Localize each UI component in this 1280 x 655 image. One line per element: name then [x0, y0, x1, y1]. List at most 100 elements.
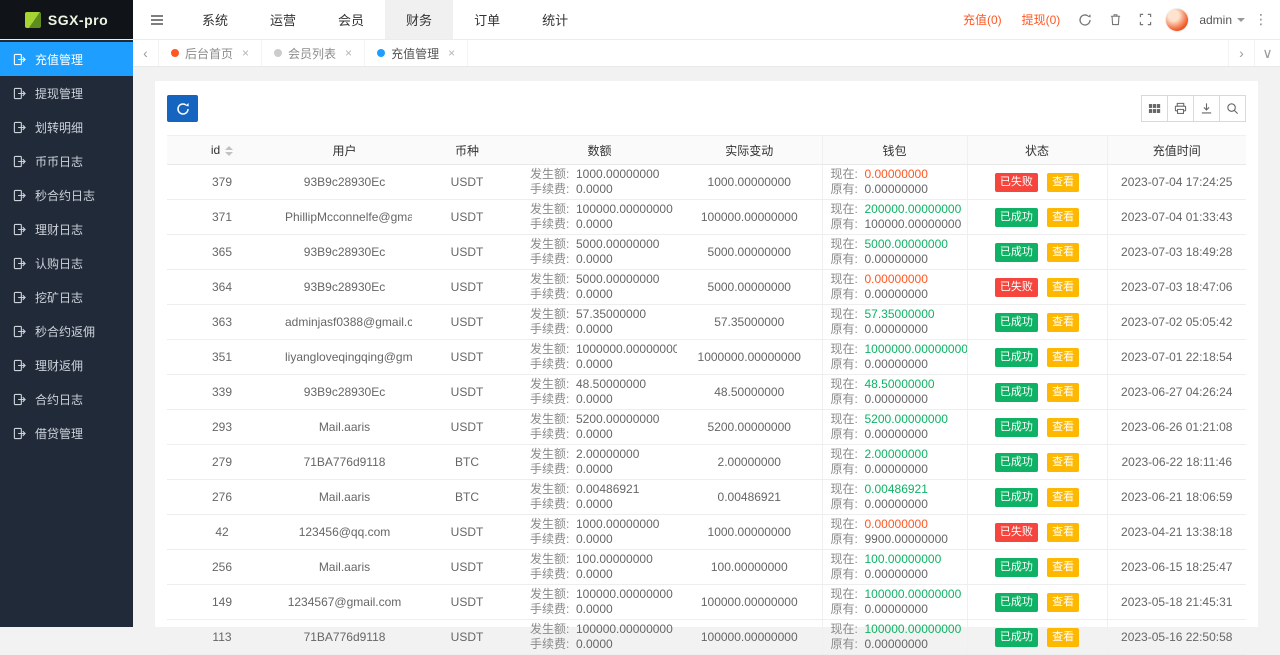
sidebar-item-借贷管理[interactable]: 借贷管理: [0, 416, 133, 450]
view-button[interactable]: 查看: [1047, 523, 1079, 542]
top-nav-item[interactable]: 会员: [317, 0, 385, 39]
refresh-table-button[interactable]: [167, 95, 198, 122]
tab-close-icon[interactable]: ×: [242, 46, 249, 60]
table-header-row: id用户币种数额实际变动钱包状态充值时间: [167, 136, 1246, 165]
sidebar-item-币币日志[interactable]: 币币日志: [0, 144, 133, 178]
view-button[interactable]: 查看: [1047, 348, 1079, 367]
cell-amount: 发生额: 1000.00000000 手续费: 0.0000: [522, 515, 677, 550]
column-header-id[interactable]: id: [167, 136, 277, 165]
sidebar-item-label: 挖矿日志: [35, 289, 83, 306]
view-button[interactable]: 查看: [1047, 418, 1079, 437]
sidebar-item-充值管理[interactable]: 充值管理: [0, 42, 133, 76]
sidebar-item-理财返佣[interactable]: 理财返佣: [0, 348, 133, 382]
fullscreen-icon[interactable]: [1130, 0, 1160, 40]
sort-icon[interactable]: [225, 146, 233, 156]
table-row: 364 93B9c28930Ec USDT 发生额: 5000.00000000…: [167, 270, 1246, 305]
menu-collapse-icon[interactable]: [133, 0, 181, 39]
view-button[interactable]: 查看: [1047, 628, 1079, 647]
cell-wallet: 现在: 2.00000000 原有: 0.00000000: [822, 445, 967, 480]
cell-user: 93B9c28930Ec: [277, 165, 412, 200]
top-nav-item[interactable]: 统计: [521, 0, 589, 39]
refresh-icon[interactable]: [1070, 0, 1100, 40]
view-button[interactable]: 查看: [1047, 453, 1079, 472]
top-header: SGX-pro 系统运营会员财务订单统计 充值(0) 提现(0) admin ⋮: [0, 0, 1280, 40]
view-button[interactable]: 查看: [1047, 278, 1079, 297]
sidebar: 充值管理 提现管理 划转明细 币币日志 秒合约日志 理财日志 认购日志: [0, 40, 133, 627]
columns-filter-icon[interactable]: [1141, 95, 1168, 122]
cell-coin: USDT: [412, 270, 522, 305]
cell-user: liyangloveqingqing@gm...: [277, 340, 412, 375]
top-nav-item[interactable]: 订单: [453, 0, 521, 39]
cell-change: 5000.00000000: [677, 270, 822, 305]
sidebar-item-label: 提现管理: [35, 85, 83, 102]
view-button[interactable]: 查看: [1047, 383, 1079, 402]
cell-wallet: 现在: 100.00000000 原有: 0.00000000: [822, 550, 967, 585]
cell-change: 5000.00000000: [677, 235, 822, 270]
cell-id: 339: [167, 375, 277, 410]
admin-dropdown[interactable]: admin: [1194, 13, 1250, 27]
sidebar-item-挖矿日志[interactable]: 挖矿日志: [0, 280, 133, 314]
search-icon[interactable]: [1219, 95, 1246, 122]
cell-wallet: 现在: 0.00000000 原有: 9900.00000000: [822, 515, 967, 550]
cell-amount: 发生额: 100000.00000000 手续费: 0.0000: [522, 585, 677, 620]
cell-time: 2023-07-04 17:24:25: [1107, 165, 1246, 200]
view-button[interactable]: 查看: [1047, 173, 1079, 192]
sidebar-item-理财日志[interactable]: 理财日志: [0, 212, 133, 246]
tab-close-icon[interactable]: ×: [448, 46, 455, 60]
cell-amount: 发生额: 5200.00000000 手续费: 0.0000: [522, 410, 677, 445]
menu-item-icon: [13, 359, 26, 372]
tab[interactable]: 后台首页 ×: [159, 40, 262, 66]
brand-logo[interactable]: SGX-pro: [0, 0, 133, 39]
cell-status: 已成功 查看: [967, 410, 1107, 445]
tab[interactable]: 充值管理 ×: [365, 40, 468, 66]
cell-amount: 发生额: 100000.00000000 手续费: 0.0000: [522, 620, 677, 655]
cell-coin: USDT: [412, 585, 522, 620]
cell-status: 已成功 查看: [967, 305, 1107, 340]
menu-item-icon: [13, 155, 26, 168]
cell-user: Mail.aaris: [277, 550, 412, 585]
view-button[interactable]: 查看: [1047, 208, 1079, 227]
cell-status: 已成功 查看: [967, 620, 1107, 655]
recharge-link[interactable]: 充值(0): [953, 11, 1012, 28]
cell-id: 42: [167, 515, 277, 550]
withdraw-link[interactable]: 提现(0): [1012, 11, 1071, 28]
cell-id: 363: [167, 305, 277, 340]
top-nav-item[interactable]: 财务: [385, 0, 453, 39]
top-nav-item[interactable]: 运营: [249, 0, 317, 39]
view-button[interactable]: 查看: [1047, 488, 1079, 507]
sidebar-item-提现管理[interactable]: 提现管理: [0, 76, 133, 110]
sidebar-item-合约日志[interactable]: 合约日志: [0, 382, 133, 416]
print-icon[interactable]: [1167, 95, 1194, 122]
sidebar-item-认购日志[interactable]: 认购日志: [0, 246, 133, 280]
avatar[interactable]: [1165, 8, 1189, 32]
view-button[interactable]: 查看: [1047, 593, 1079, 612]
table-row: 293 Mail.aaris USDT 发生额: 5200.00000000 手…: [167, 410, 1246, 445]
cell-amount: 发生额: 48.50000000 手续费: 0.0000: [522, 375, 677, 410]
sidebar-item-秒合约日志[interactable]: 秒合约日志: [0, 178, 133, 212]
table-body: 379 93B9c28930Ec USDT 发生额: 1000.00000000…: [167, 165, 1246, 655]
cell-change: 1000.00000000: [677, 515, 822, 550]
view-button[interactable]: 查看: [1047, 313, 1079, 332]
status-badge: 已成功: [995, 453, 1038, 472]
tab[interactable]: 会员列表 ×: [262, 40, 365, 66]
more-menu-icon[interactable]: ⋮: [1250, 11, 1272, 28]
cell-wallet: 现在: 100000.00000000 原有: 0.00000000: [822, 585, 967, 620]
view-button[interactable]: 查看: [1047, 243, 1079, 262]
clear-cache-icon[interactable]: [1100, 0, 1130, 40]
tab-operations-icon[interactable]: ∨: [1254, 40, 1280, 66]
cell-change: 0.00486921: [677, 480, 822, 515]
menu-item-icon: [13, 325, 26, 338]
cell-time: 2023-06-15 18:25:47: [1107, 550, 1246, 585]
cell-time: 2023-07-02 05:05:42: [1107, 305, 1246, 340]
export-icon[interactable]: [1193, 95, 1220, 122]
status-badge: 已成功: [995, 593, 1038, 612]
sidebar-item-秒合约返佣[interactable]: 秒合约返佣: [0, 314, 133, 348]
tab-scroll-right-icon[interactable]: ›: [1228, 40, 1254, 66]
status-badge: 已失败: [995, 278, 1038, 297]
tab-close-icon[interactable]: ×: [345, 46, 352, 60]
tab-scroll-left-icon[interactable]: ‹: [133, 40, 159, 66]
sidebar-item-划转明细[interactable]: 划转明细: [0, 110, 133, 144]
top-nav-item[interactable]: 系统: [181, 0, 249, 39]
cell-wallet: 现在: 57.35000000 原有: 0.00000000: [822, 305, 967, 340]
view-button[interactable]: 查看: [1047, 558, 1079, 577]
